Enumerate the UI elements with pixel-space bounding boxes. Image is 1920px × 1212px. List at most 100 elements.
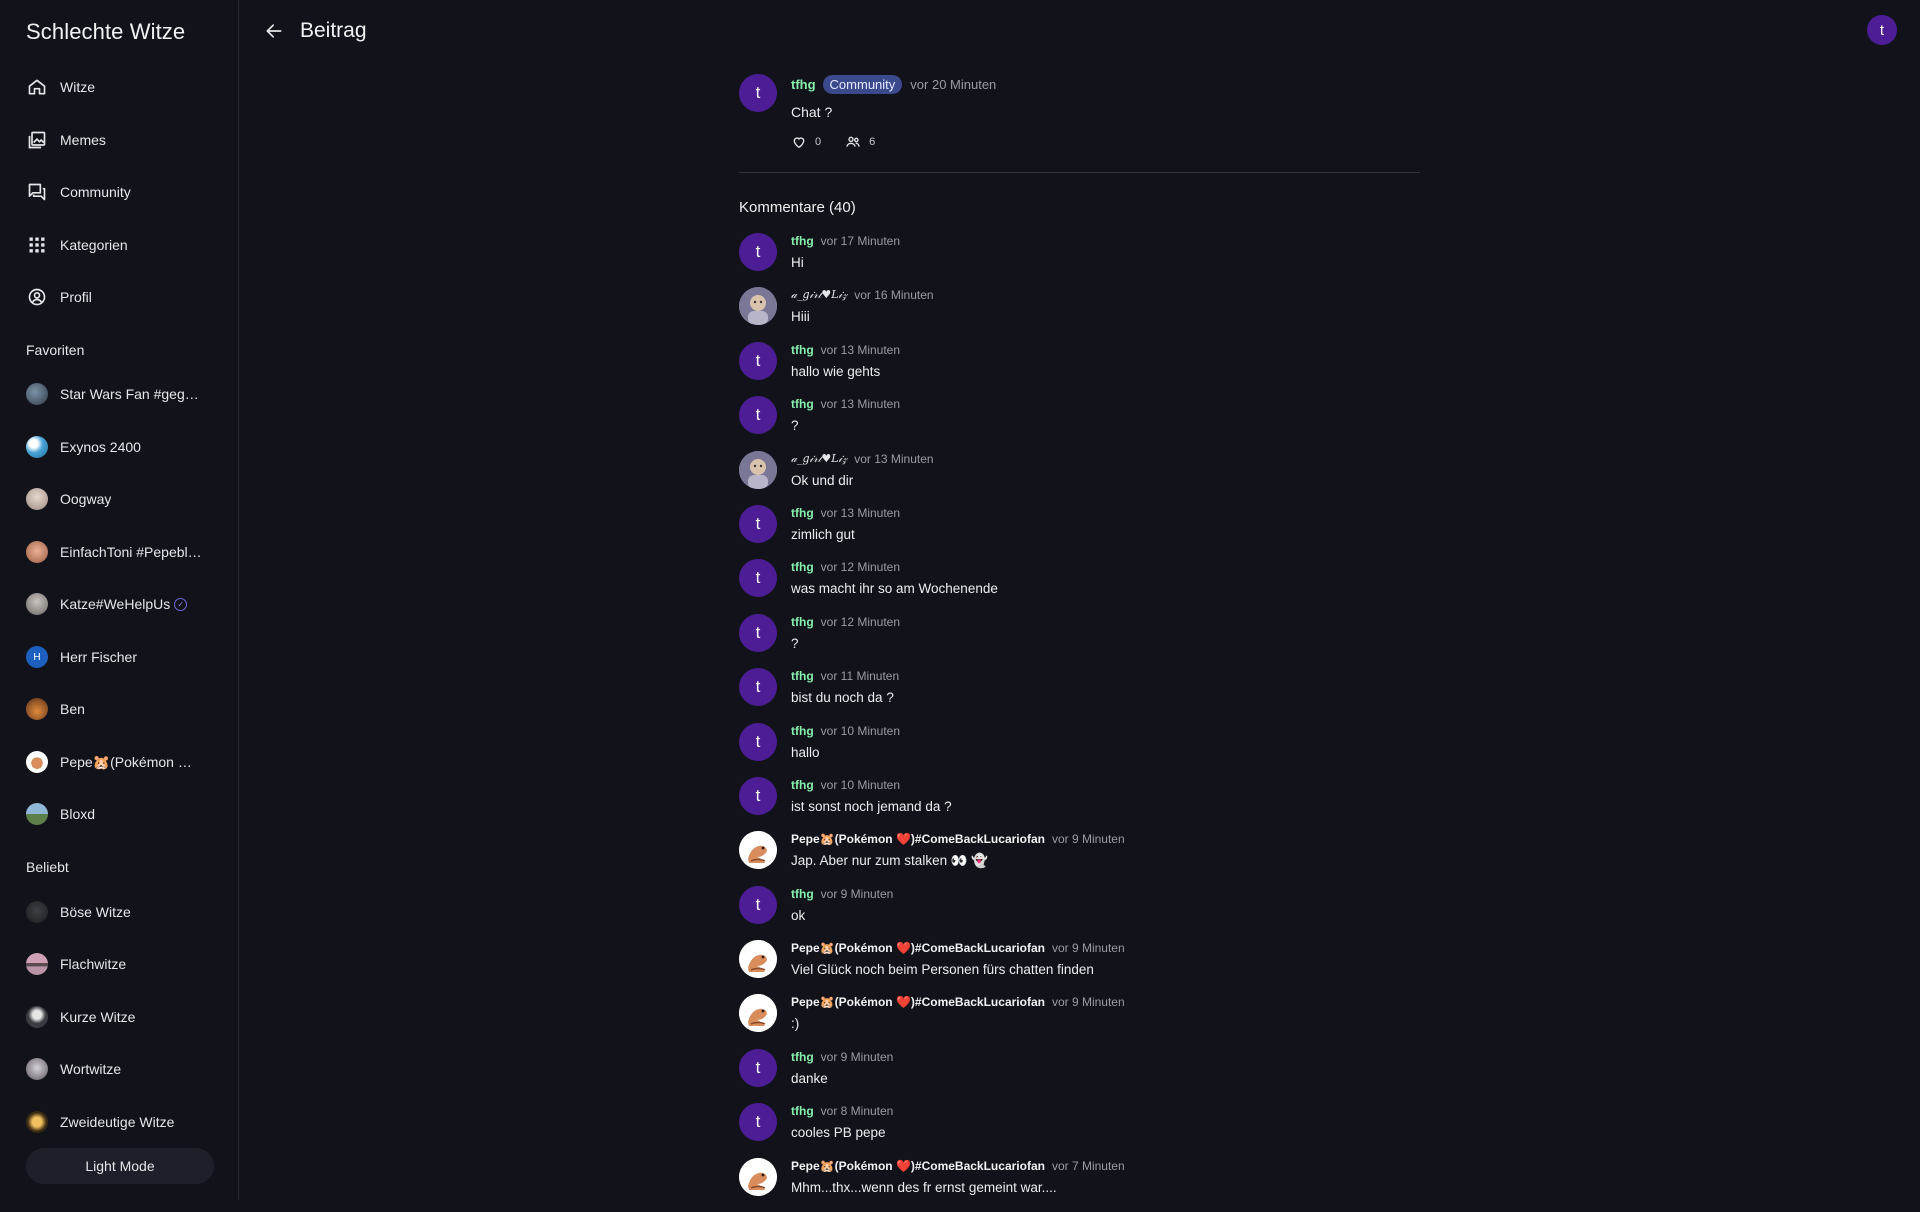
comment-author[interactable]: tfhg bbox=[791, 560, 814, 574]
avatar[interactable]: t bbox=[739, 722, 777, 761]
avatar[interactable]: t bbox=[739, 613, 777, 652]
avatar[interactable] bbox=[739, 831, 777, 870]
avatar[interactable] bbox=[739, 940, 777, 979]
favorites-heading: Favoriten bbox=[26, 342, 85, 358]
nav-item-memes[interactable]: Memes bbox=[26, 120, 226, 160]
avatar[interactable]: t bbox=[739, 885, 777, 924]
light-mode-button[interactable]: Light Mode bbox=[26, 1148, 214, 1184]
post-actions: 0 6 bbox=[791, 134, 875, 150]
comment-meta: tfhg vor 12 Minuten bbox=[791, 615, 900, 629]
people-icon bbox=[846, 136, 860, 147]
comment-author[interactable]: tfhg bbox=[791, 397, 814, 411]
popular-item[interactable]: Zweideutige Witze bbox=[26, 1102, 216, 1142]
favorite-item[interactable]: Star Wars Fan #gegen... bbox=[26, 374, 216, 414]
avatar-initial: t bbox=[739, 233, 777, 271]
avatar bbox=[26, 1006, 48, 1028]
comment-text: bist du noch da ? bbox=[791, 690, 894, 706]
avatar bbox=[26, 1111, 48, 1133]
page-title: Beitrag bbox=[300, 19, 367, 42]
avatar[interactable] bbox=[739, 450, 777, 489]
avatar[interactable]: t bbox=[739, 74, 777, 112]
comment-meta: Pepe🐹(Pokémon ❤️)#ComeBackLucariofan vor … bbox=[791, 941, 1125, 955]
favorite-item[interactable]: H Herr Fischer bbox=[26, 637, 216, 677]
category-badge[interactable]: Community bbox=[822, 75, 903, 94]
avatar bbox=[26, 803, 48, 825]
favorite-item[interactable]: Ben bbox=[26, 689, 216, 729]
comment-author[interactable]: Pepe🐹(Pokémon ❤️)#ComeBackLucariofan bbox=[791, 941, 1045, 955]
back-button[interactable] bbox=[262, 19, 286, 43]
comment-author[interactable]: Pepe🐹(Pokémon ❤️)#ComeBackLucariofan bbox=[791, 995, 1045, 1009]
avatar[interactable]: t bbox=[739, 1048, 777, 1087]
comment: t tfhg vor 12 Minuten? bbox=[739, 613, 1420, 668]
avatar[interactable]: t bbox=[739, 233, 777, 271]
comment-author[interactable]: tfhg bbox=[791, 778, 814, 792]
nav-item-witze[interactable]: Witze bbox=[26, 67, 226, 107]
favorite-item[interactable]: Pepe🐹(Pokémon ❤️)... bbox=[26, 742, 216, 782]
favorite-item[interactable]: Exynos 2400 bbox=[26, 427, 216, 467]
avatar bbox=[26, 383, 48, 405]
comment-author[interactable]: tfhg bbox=[791, 1104, 814, 1118]
comment-author[interactable]: tfhg bbox=[791, 724, 814, 738]
like-button[interactable]: 0 bbox=[791, 134, 821, 150]
avatar[interactable]: t bbox=[739, 341, 777, 380]
participants-button[interactable]: 6 bbox=[845, 134, 875, 150]
avatar[interactable]: t bbox=[739, 504, 777, 543]
avatar[interactable]: t bbox=[739, 396, 777, 435]
nav-item-kategorien[interactable]: Kategorien bbox=[26, 225, 226, 265]
popular-item[interactable]: Kurze Witze bbox=[26, 997, 216, 1037]
comment-author[interactable]: 𝒶_𝑔𝒾𝓇𝓁♥𝐿𝒾𝓏 bbox=[791, 288, 847, 302]
comment-meta: tfhg vor 9 Minuten bbox=[791, 887, 893, 901]
comment-meta: tfhg vor 10 Minuten bbox=[791, 778, 900, 792]
avatar-image bbox=[739, 450, 777, 489]
heart-icon bbox=[793, 137, 805, 148]
comment-author[interactable]: Pepe🐹(Pokémon ❤️)#ComeBackLucariofan bbox=[791, 1159, 1045, 1173]
avatar[interactable] bbox=[739, 1157, 777, 1196]
avatar[interactable] bbox=[739, 994, 777, 1033]
avatar[interactable]: t bbox=[739, 1103, 777, 1142]
comment-author[interactable]: tfhg bbox=[791, 506, 814, 520]
nav-item-profil[interactable]: Profil bbox=[26, 277, 226, 317]
comment-author[interactable]: tfhg bbox=[791, 1050, 814, 1064]
favorite-item[interactable]: EinfachToni #Pepeblei... bbox=[26, 532, 216, 572]
comment-text: Mhm...thx...wenn des fr ernst gemeint wa… bbox=[791, 1179, 1057, 1195]
comment: t tfhg vor 10 Minuten ist sonst noch jemand… bbox=[739, 776, 1420, 831]
avatar[interactable] bbox=[739, 287, 777, 326]
app-title[interactable]: Schlechte Witze bbox=[26, 19, 185, 45]
avatar-initial: t bbox=[739, 396, 777, 435]
comment-time: vor 11 Minuten bbox=[820, 669, 900, 684]
comment-author[interactable]: tfhg bbox=[791, 615, 814, 629]
favorite-item[interactable]: Bloxd bbox=[26, 794, 216, 834]
comment: t tfhg vor 9 Minuten ok bbox=[739, 885, 1420, 940]
comment-author[interactable]: 𝒶_𝑔𝒾𝓇𝓁♥𝐿𝒾𝓏 bbox=[791, 452, 847, 466]
avatar-initial: t bbox=[739, 559, 777, 598]
post-author[interactable]: tfhg bbox=[791, 77, 816, 92]
comment-author[interactable]: Pepe🐹(Pokémon ❤️)#ComeBackLucariofan bbox=[791, 832, 1045, 846]
comment-author[interactable]: tfhg bbox=[791, 669, 814, 683]
avatar-initial: t bbox=[739, 1103, 777, 1142]
forum-icon bbox=[26, 181, 48, 203]
popular-item[interactable]: Wortwitze bbox=[26, 1049, 216, 1089]
popular-item[interactable]: Böse Witze bbox=[26, 892, 216, 932]
comment-author[interactable]: tfhg bbox=[791, 887, 814, 901]
avatar-initial: t bbox=[739, 341, 777, 380]
comment-meta: tfhg vor 12 Minuten bbox=[791, 560, 900, 574]
comment-meta: Pepe🐹(Pokémon ❤️)#ComeBackLucariofan vor … bbox=[791, 1159, 1125, 1173]
popular-item[interactable]: Flachwitze bbox=[26, 944, 216, 984]
comment-author[interactable]: tfhg bbox=[791, 234, 814, 248]
favorite-item[interactable]: Oogway bbox=[26, 479, 216, 519]
avatar bbox=[26, 541, 48, 563]
comment-meta: Pepe🐹(Pokémon ❤️)#ComeBackLucariofan vor … bbox=[791, 832, 1125, 846]
avatar bbox=[26, 901, 48, 923]
comment-text: was macht ihr so am Wochenende bbox=[791, 581, 998, 597]
comment-author[interactable]: tfhg bbox=[791, 343, 814, 357]
post-meta: tfhg Community vor 20 Minuten bbox=[791, 75, 996, 94]
favorite-item[interactable]: Katze#WeHelpUs ✓ bbox=[26, 584, 216, 624]
nav-item-community[interactable]: Community bbox=[26, 172, 226, 212]
avatar[interactable]: t bbox=[739, 668, 777, 707]
user-avatar[interactable]: t bbox=[1867, 15, 1897, 45]
avatar[interactable]: t bbox=[739, 559, 777, 598]
comment-time: vor 17 Minuten bbox=[820, 234, 901, 248]
comment-meta: tfhg vor 10 Minuten bbox=[791, 724, 900, 738]
avatar[interactable]: t bbox=[739, 776, 777, 815]
home-icon bbox=[26, 76, 48, 98]
